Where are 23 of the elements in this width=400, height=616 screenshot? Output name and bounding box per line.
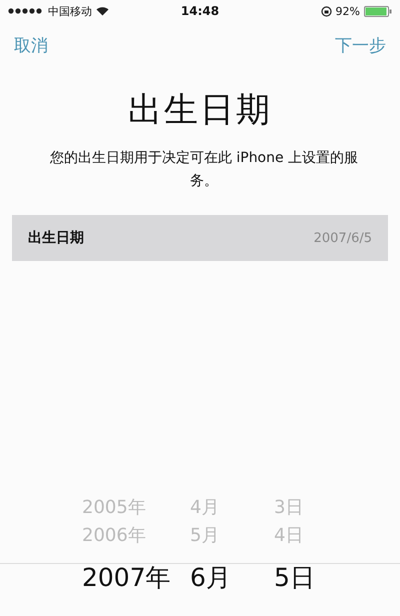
picker-item[interactable]: 5月 bbox=[190, 522, 220, 550]
description-text: 您的出生日期用于决定可在此 iPhone 上设置的服务。 bbox=[48, 149, 360, 191]
page-title: 出生日期 bbox=[127, 89, 273, 132]
battery-percent: 92% bbox=[336, 4, 360, 18]
picker-item[interactable]: 2007年 bbox=[82, 558, 171, 598]
battery-icon bbox=[364, 6, 392, 16]
wifi-icon bbox=[96, 6, 109, 16]
cancel-button[interactable]: 取消 bbox=[14, 32, 48, 59]
picker-item[interactable]: 3日 bbox=[274, 494, 304, 522]
row-value: 2007/6/5 bbox=[314, 230, 372, 246]
picker-item[interactable]: 6月 bbox=[190, 558, 231, 598]
picker-item[interactable]: 2006年 bbox=[82, 522, 146, 550]
row-label: 出生日期 bbox=[28, 229, 84, 247]
next-button[interactable]: 下一步 bbox=[335, 32, 386, 59]
signal-icon bbox=[8, 8, 44, 14]
birth-date-row[interactable]: 出生日期 2007/6/5 bbox=[12, 215, 388, 261]
clock-time: 14:48 bbox=[180, 4, 220, 18]
picker-item[interactable]: 4月 bbox=[190, 494, 220, 522]
rotation-lock-icon bbox=[320, 6, 332, 16]
carrier-name: 中国移动 bbox=[48, 4, 92, 18]
picker-item[interactable]: 5日 bbox=[274, 558, 315, 598]
picker-item[interactable]: 4日 bbox=[274, 522, 304, 550]
picker-item[interactable]: 2005年 bbox=[82, 494, 146, 522]
